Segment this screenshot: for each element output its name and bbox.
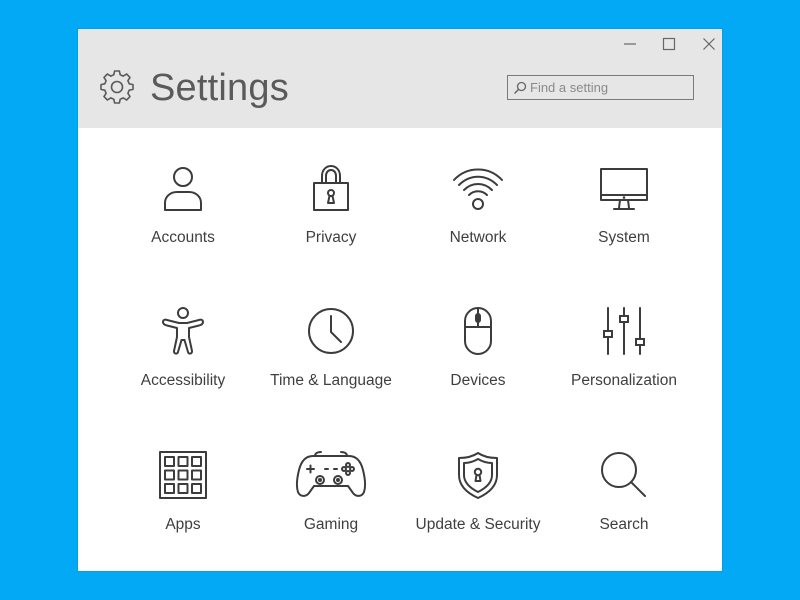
tile-time-language[interactable]: Time & Language	[258, 306, 404, 416]
tile-label: Apps	[165, 516, 201, 533]
tile-update-security[interactable]: Update & Security	[405, 450, 551, 560]
gamepad-icon	[295, 450, 367, 500]
tile-system[interactable]: System	[551, 163, 697, 273]
tile-label: Search	[599, 516, 649, 533]
clock-icon	[306, 306, 356, 356]
gear-icon	[100, 70, 134, 104]
close-icon	[703, 38, 715, 50]
tile-devices[interactable]: Devices	[405, 306, 551, 416]
tile-label: Privacy	[305, 229, 357, 246]
magnifier-icon	[599, 450, 649, 500]
tile-label: Personalization	[571, 372, 677, 389]
tile-privacy[interactable]: Privacy	[258, 163, 404, 273]
tile-label: Accounts	[151, 229, 215, 246]
search-box[interactable]	[507, 75, 694, 100]
search-input[interactable]	[530, 76, 690, 99]
minimize-icon	[624, 43, 636, 45]
monitor-icon	[599, 163, 649, 213]
tile-label: Accessibility	[140, 372, 226, 389]
window-header: Settings	[78, 29, 722, 128]
search-icon	[514, 81, 527, 94]
maximize-button[interactable]	[654, 33, 684, 55]
mouse-icon	[453, 306, 503, 356]
tile-accessibility[interactable]: Accessibility	[110, 306, 256, 416]
tile-search[interactable]: Search	[551, 450, 697, 560]
tile-label: Update & Security	[415, 516, 541, 533]
page-title: Settings	[150, 67, 289, 109]
tile-personalization[interactable]: Personalization	[551, 306, 697, 416]
shield-icon	[453, 450, 503, 500]
tile-accounts[interactable]: Accounts	[110, 163, 256, 273]
tile-label: Network	[449, 229, 507, 246]
padlock-icon	[306, 163, 356, 213]
tile-label: Devices	[450, 372, 506, 389]
accessibility-person-icon	[158, 306, 208, 356]
tile-apps[interactable]: Apps	[110, 450, 256, 560]
person-icon	[158, 163, 208, 213]
tile-label: System	[598, 229, 650, 246]
app-grid-icon	[158, 450, 208, 500]
settings-window: Settings Accounts	[78, 29, 722, 571]
tile-label: Gaming	[303, 516, 359, 533]
minimize-button[interactable]	[615, 33, 645, 55]
close-button[interactable]	[694, 33, 724, 55]
tile-gaming[interactable]: Gaming	[258, 450, 404, 560]
maximize-icon	[662, 37, 676, 51]
tile-network[interactable]: Network	[405, 163, 551, 273]
sliders-icon	[599, 306, 649, 356]
wifi-icon	[453, 163, 503, 213]
tile-label: Time & Language	[270, 372, 392, 389]
